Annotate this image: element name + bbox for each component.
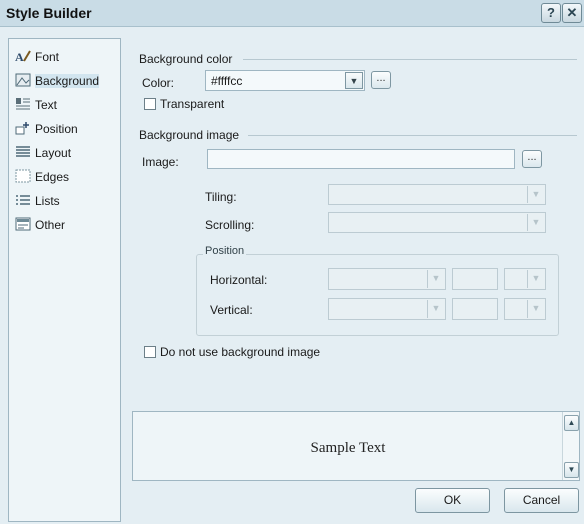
image-browse-button[interactable]: ... (522, 150, 542, 168)
font-icon: A (15, 50, 31, 63)
chevron-down-icon: ▼ (427, 300, 444, 318)
chevron-down-icon[interactable]: ▼ (345, 72, 363, 89)
color-browse-button[interactable]: ... (371, 71, 391, 89)
title-bar: Style Builder ? ✕ (0, 0, 584, 27)
sidebar-item-label: Font (35, 50, 60, 64)
position-group (196, 254, 559, 336)
horizontal-value-input[interactable] (452, 268, 498, 290)
chevron-down-icon: ▼ (527, 186, 544, 203)
transparent-label: Transparent (160, 97, 225, 111)
scroll-down-icon[interactable]: ▼ (564, 462, 579, 478)
sample-text: Sample Text (310, 440, 386, 456)
ok-button[interactable]: OK (415, 488, 490, 513)
sidebar-item-label: Lists (35, 194, 60, 208)
position-group-label: Position (203, 245, 247, 257)
vertical-label: Vertical: (210, 303, 253, 317)
horizontal-unit-dropdown[interactable]: ▼ (504, 268, 546, 290)
lists-icon (16, 195, 30, 205)
scrolling-label: Scrolling: (205, 218, 255, 232)
group-divider (248, 135, 577, 136)
category-list: A Font Background Text Position Layout E… (8, 38, 121, 522)
no-background-image-label: Do not use background image (160, 345, 321, 359)
position-icon (15, 122, 29, 135)
sidebar-item-other[interactable]: Other (13, 215, 115, 235)
edges-icon (15, 169, 31, 183)
sidebar-item-layout[interactable]: Layout (13, 143, 115, 163)
group-divider (243, 59, 577, 60)
cancel-button[interactable]: Cancel (504, 488, 579, 513)
image-input[interactable] (207, 149, 515, 169)
sidebar-item-label: Text (35, 98, 58, 112)
sidebar-item-label: Position (35, 122, 78, 136)
svg-text:A: A (15, 50, 24, 63)
chevron-down-icon: ▼ (427, 270, 444, 288)
sidebar-item-label: Background (35, 74, 100, 88)
color-value: #ffffcc (211, 74, 243, 88)
window-title: Style Builder (6, 5, 92, 21)
no-background-image-checkbox[interactable] (144, 346, 156, 358)
help-button[interactable]: ? (541, 3, 561, 23)
background-color-group-label: Background color (139, 52, 233, 66)
chevron-down-icon: ▼ (527, 300, 544, 318)
close-button[interactable]: ✕ (562, 3, 582, 23)
sidebar-item-lists[interactable]: Lists (13, 191, 115, 211)
sidebar-item-label: Other (35, 218, 66, 232)
sidebar-item-label: Layout (35, 146, 72, 160)
tiling-label: Tiling: (205, 190, 237, 204)
sidebar-item-text[interactable]: Text (13, 95, 115, 115)
sidebar-item-position[interactable]: Position (13, 119, 115, 139)
horizontal-label: Horizontal: (210, 273, 268, 287)
sample-preview: Sample Text ▲ ▼ (132, 411, 580, 481)
chevron-down-icon: ▼ (527, 214, 544, 231)
preview-scrollbar[interactable]: ▲ ▼ (562, 412, 579, 480)
color-dropdown[interactable]: #ffffcc ▼ (205, 70, 365, 91)
tiling-dropdown[interactable]: ▼ (328, 184, 546, 205)
scrolling-dropdown[interactable]: ▼ (328, 212, 546, 233)
image-label: Image: (142, 155, 179, 169)
vertical-value-input[interactable] (452, 298, 498, 320)
color-label: Color: (142, 76, 175, 90)
vertical-unit-dropdown[interactable]: ▼ (504, 298, 546, 320)
sidebar-item-edges[interactable]: Edges (13, 167, 115, 187)
sidebar-item-background[interactable]: Background (13, 71, 115, 91)
background-image-group-label: Background image (139, 128, 240, 142)
layout-icon (16, 146, 30, 157)
transparent-checkbox[interactable] (144, 98, 156, 110)
sidebar-item-label: Edges (35, 170, 70, 184)
horizontal-dropdown[interactable]: ▼ (328, 268, 446, 290)
vertical-dropdown[interactable]: ▼ (328, 298, 446, 320)
sidebar-item-font[interactable]: A Font (13, 47, 115, 67)
background-icon (15, 73, 31, 87)
scroll-up-icon[interactable]: ▲ (564, 415, 579, 431)
text-icon (16, 98, 30, 110)
other-icon (15, 217, 31, 231)
chevron-down-icon: ▼ (527, 270, 544, 288)
